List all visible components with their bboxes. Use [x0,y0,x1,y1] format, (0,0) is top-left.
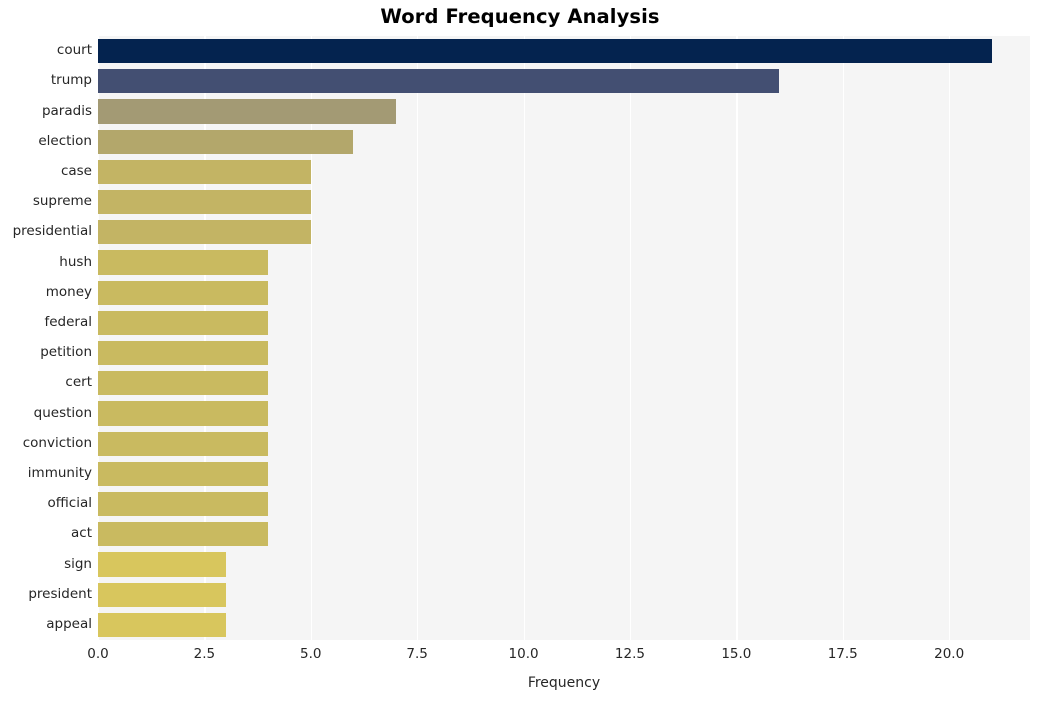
y-tick-label-case: case [60,162,92,179]
y-tick-label-paradis: paradis [41,102,92,119]
bar-row [98,159,1030,184]
y-tick-label-election: election [38,132,92,149]
bar-immunity[interactable] [98,461,269,486]
chart-title: Word Frequency Analysis [380,5,660,28]
bar-row [98,280,1030,305]
bar-election[interactable] [98,129,354,154]
y-tick-label-cert: cert [65,374,92,391]
x-tick-label-10.0: 10.0 [508,646,539,662]
bar-row [98,582,1030,607]
y-axis-tick-labels: court trump paradis election case supreme pres… [0,36,92,640]
bar-petition[interactable] [98,341,269,366]
y-tick-label-conviction: conviction [22,434,92,451]
bar-row [98,522,1030,547]
bar-hush[interactable] [98,250,269,275]
x-tick-label-7.5: 7.5 [406,646,428,662]
bar-federal[interactable] [98,310,269,335]
x-tick-label-15.0: 15.0 [721,646,752,662]
y-tick-label-president: president [28,585,92,602]
x-tick-label-0.0: 0.0 [87,646,109,662]
bar-row [98,552,1030,577]
bar-president[interactable] [98,582,226,607]
x-tick-label-2.5: 2.5 [193,646,216,662]
bar-row [98,612,1030,637]
y-tick-label-appeal: appeal [46,615,92,632]
bar-money[interactable] [98,280,269,305]
bar-question[interactable] [98,401,269,426]
y-tick-label-question: question [33,404,92,421]
bar-paradis[interactable] [98,99,396,124]
bar-trump[interactable] [98,69,779,94]
y-tick-label-official: official [47,495,92,512]
y-tick-label-immunity: immunity [27,464,92,481]
bar-row [98,129,1030,154]
chart-figure: Word Frequency Analysis court trump paradi… [0,0,1040,701]
bar-court[interactable] [98,39,992,64]
x-tick-label-12.5: 12.5 [614,646,645,662]
y-tick-label-act: act [71,525,92,542]
bar-row [98,39,1030,64]
bar-official[interactable] [98,492,269,517]
bar-row [98,431,1030,456]
y-tick-label-supreme: supreme [32,193,92,210]
bar-row [98,461,1030,486]
y-tick-label-court: court [56,42,92,59]
bar-row [98,250,1030,275]
y-tick-label-sign: sign [64,555,92,572]
bar-row [98,220,1030,245]
x-axis-tick-labels: 0.0 2.5 5.0 7.5 10.0 12.5 15.0 17.5 20.0 [0,646,1040,668]
y-tick-label-hush: hush [59,253,92,270]
bar-row [98,190,1030,215]
bar-presidential[interactable] [98,220,311,245]
x-tick-label-17.5: 17.5 [827,646,858,662]
bar-row [98,99,1030,124]
bar-row [98,341,1030,366]
bar-sign[interactable] [98,552,226,577]
bar-row [98,492,1030,517]
bar-act[interactable] [98,522,269,547]
x-tick-label-5.0: 5.0 [300,646,322,662]
bar-case[interactable] [98,159,311,184]
x-axis-title: Frequency [527,675,601,691]
bar-cert[interactable] [98,371,269,396]
y-tick-label-presidential: presidential [12,223,92,240]
bar-series [98,36,1030,640]
y-tick-label-money: money [45,283,92,300]
plot-area [98,36,1030,640]
y-tick-label-federal: federal [44,313,92,330]
bar-row [98,69,1030,94]
y-tick-label-petition: petition [40,344,92,361]
bar-conviction[interactable] [98,431,269,456]
bar-supreme[interactable] [98,190,311,215]
x-tick-label-20.0: 20.0 [934,646,965,662]
bar-row [98,401,1030,426]
bar-appeal[interactable] [98,612,226,637]
y-tick-label-trump: trump [50,72,92,89]
bar-row [98,310,1030,335]
bar-row [98,371,1030,396]
